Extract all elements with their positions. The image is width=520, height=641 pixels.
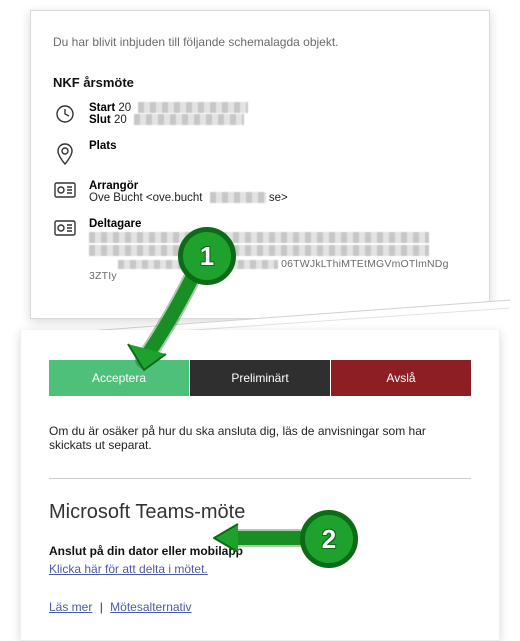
redacted-end xyxy=(134,114,244,125)
organizer-icon xyxy=(53,180,77,198)
decline-button[interactable]: Avslå xyxy=(331,360,471,396)
invitation-card-top: Du har blivit inbjuden till följande sch… xyxy=(30,10,490,319)
participants-row: Deltagare xxxx 06TWJkLThiMTEtMGVmOTlmNDg… xyxy=(53,218,467,282)
organizer-value: Ove Bucht <ove.bucht xyxy=(89,192,202,204)
join-link[interactable]: Klicka här för att delta i mötet. xyxy=(49,562,208,576)
redacted-participants-2 xyxy=(89,245,429,256)
separator xyxy=(49,478,471,479)
meeting-title: NKF årsmöte xyxy=(53,75,467,90)
participants-label: Deltagare xyxy=(89,218,449,230)
learn-more-link[interactable]: Läs mer xyxy=(49,600,92,614)
intro-text: Du har blivit inbjuden till följande sch… xyxy=(53,35,467,49)
participants-icon xyxy=(53,218,77,236)
location-row: Plats xyxy=(53,140,467,166)
invitation-card-bottom: Acceptera Preliminärt Avslå Om du är osä… xyxy=(20,330,500,641)
time-row: Start 20 Slut 20 xyxy=(53,102,467,126)
end-value: 20 xyxy=(114,114,127,126)
end-label: Slut xyxy=(89,114,111,126)
organizer-row: Arrangör Ove Bucht <ove.bucht se> xyxy=(53,180,467,204)
clock-icon xyxy=(53,102,77,124)
meeting-options: Läs mer | Mötesalternativ xyxy=(49,600,471,614)
location-icon xyxy=(53,140,77,166)
organizer-tail: se> xyxy=(269,192,288,204)
annotation-callout-2: 2 xyxy=(300,510,358,568)
redacted-start xyxy=(138,102,248,113)
options-link[interactable]: Mötesalternativ xyxy=(110,600,191,614)
organizer-label: Arrangör xyxy=(89,180,288,192)
start-label: Start xyxy=(89,102,115,114)
response-buttons: Acceptera Preliminärt Avslå xyxy=(49,360,471,396)
redacted-participants-1 xyxy=(89,232,429,243)
unsure-text: Om du är osäker på hur du ska ansluta di… xyxy=(49,424,471,452)
start-value: 20 xyxy=(118,102,131,114)
options-divider: | xyxy=(100,600,103,614)
annotation-callout-1: 1 xyxy=(178,227,236,285)
redacted-organizer xyxy=(210,192,266,203)
location-label: Plats xyxy=(89,140,117,152)
annotation-arrow-1 xyxy=(120,272,220,382)
annotation-arrow-2 xyxy=(208,520,308,560)
